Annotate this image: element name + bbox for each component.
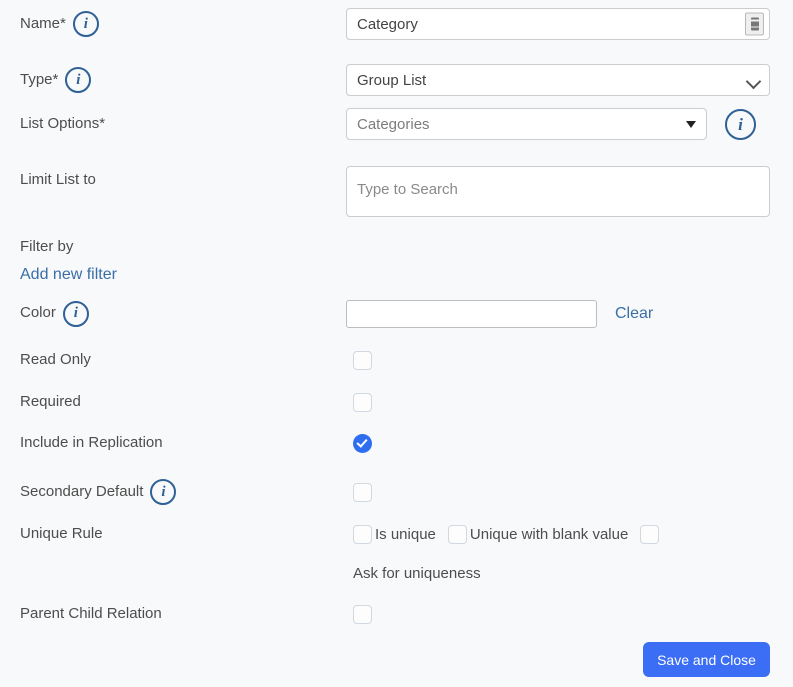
type-select-wrap: Group List (346, 64, 770, 96)
color-label: Color (20, 304, 56, 322)
include-replication-field-col (346, 433, 793, 453)
type-label: Type* (20, 70, 59, 88)
read-only-field-col (346, 350, 793, 370)
secondary-default-field-col (346, 482, 793, 502)
read-only-checkbox[interactable] (353, 350, 372, 370)
required-label-col: Required (0, 392, 346, 411)
add-new-filter-link[interactable]: Add new filter (20, 266, 117, 284)
unique-rule-field-col: Is unique Unique with blank value (346, 524, 793, 544)
name-label-col: Name* i (0, 11, 346, 37)
form-row-limit-list-to: Limit List to (0, 166, 793, 217)
translation-badge-glyph (750, 17, 759, 31)
form-row-required: Required (0, 391, 793, 413)
ask-for-uniqueness-text: Ask for uniqueness (353, 564, 481, 582)
limit-list-label: Limit List to (20, 171, 96, 188)
form-row-include-in-replication: Include in Replication (0, 432, 793, 454)
parent-child-relation-checkbox[interactable] (353, 604, 372, 624)
form-row-parent-child-relation: Parent Child Relation (0, 603, 793, 625)
list-options-combo[interactable]: Categories (346, 108, 707, 140)
color-clear-link[interactable]: Clear (615, 305, 653, 323)
form-row-unique-rule: Unique Rule Is unique Unique with blank … (0, 523, 793, 545)
limit-list-search-input[interactable] (346, 166, 770, 217)
read-only-label: Read Only (20, 350, 91, 368)
read-only-label-col: Read Only (0, 350, 346, 369)
name-info-icon[interactable]: i (72, 11, 99, 37)
parent-child-field-col (346, 604, 793, 624)
secondary-default-label-col: Secondary Default i (0, 479, 346, 505)
form-row-name: Name* i (0, 8, 793, 40)
caret-down-icon (686, 120, 696, 128)
form-row-ask-uniqueness: Ask for uniqueness (0, 562, 793, 584)
translation-badge-icon[interactable] (745, 12, 764, 36)
form-row-secondary-default: Secondary Default i (0, 478, 793, 506)
include-replication-label-col: Include in Replication (0, 433, 346, 452)
type-label-col: Type* i (0, 67, 346, 93)
name-input-wrap (346, 8, 770, 40)
form-row-add-filter: Add new filter (0, 264, 793, 286)
limit-list-label-col: Limit List to (0, 166, 346, 189)
name-input[interactable] (346, 8, 770, 40)
is-unique-checkbox[interactable] (353, 524, 372, 544)
required-label: Required (20, 392, 81, 410)
include-replication-label: Include in Replication (20, 433, 163, 451)
unique-with-blank-checkbox[interactable] (447, 524, 467, 544)
form-row-read-only: Read Only (0, 349, 793, 371)
type-info-icon[interactable]: i (65, 67, 92, 93)
filter-by-label-col: Filter by (0, 237, 346, 256)
color-input[interactable] (346, 299, 597, 328)
form-row-list-options: List Options* Categories i (0, 108, 793, 140)
unique-rule-third-checkbox[interactable] (640, 524, 660, 544)
unique-rule-label-col: Unique Rule (0, 524, 346, 543)
type-field-col: Group List (346, 64, 793, 96)
required-field-col (346, 392, 793, 412)
color-info-icon[interactable]: i (62, 300, 89, 327)
list-options-info-icon[interactable]: i (725, 108, 756, 140)
required-checkbox[interactable] (353, 392, 372, 412)
save-and-close-button[interactable]: Save and Close (643, 642, 770, 677)
list-options-label: List Options* (20, 114, 106, 132)
color-label-col: Color i (0, 300, 346, 327)
ask-uniqueness-field-col: Ask for uniqueness (346, 565, 793, 582)
form-row-filter-by: Filter by (0, 236, 793, 258)
color-field-col: Clear (346, 299, 793, 328)
secondary-default-info-icon[interactable]: i (150, 479, 177, 505)
parent-child-label-col: Parent Child Relation (0, 604, 346, 623)
filter-by-label: Filter by (20, 237, 74, 255)
form-row-color: Color i Clear (0, 297, 793, 330)
unique-rule-label: Unique Rule (20, 524, 103, 542)
form-row-type: Type* i Group List (0, 64, 793, 96)
list-options-value: Categories (357, 115, 430, 133)
add-filter-label-col: Add new filter (0, 266, 346, 284)
unique-with-blank-label: Unique with blank value (469, 525, 629, 543)
name-field-col (346, 8, 793, 40)
is-unique-label: Is unique (375, 525, 436, 543)
secondary-default-checkbox[interactable] (353, 482, 372, 502)
secondary-default-label: Secondary Default (20, 482, 144, 500)
limit-list-field-col (346, 166, 793, 217)
list-options-field-col: Categories i (346, 108, 793, 140)
field-settings-form: Name* i Type* i Group List (0, 0, 793, 687)
list-options-label-col: List Options* (0, 114, 346, 133)
include-replication-checkbox[interactable] (353, 433, 372, 453)
name-label: Name* (20, 14, 66, 32)
parent-child-relation-label: Parent Child Relation (20, 604, 162, 622)
type-select[interactable]: Group List (346, 64, 770, 96)
